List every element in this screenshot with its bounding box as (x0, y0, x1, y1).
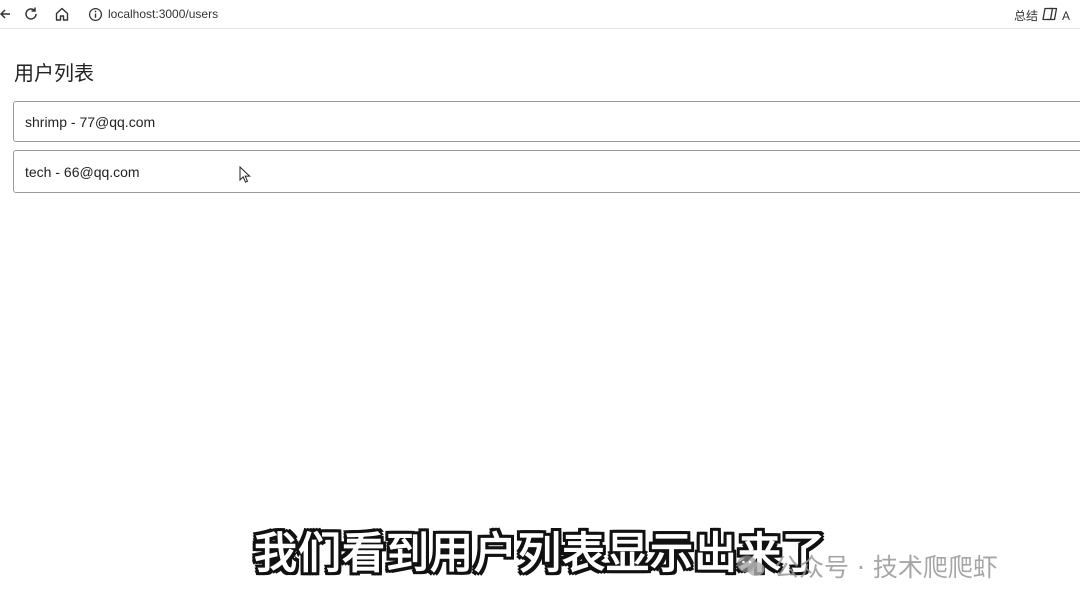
back-arrow-icon[interactable] (0, 3, 16, 25)
user-list: shrimp - 77@qq.com tech - 66@qq.com (13, 101, 1080, 201)
user-list-item[interactable]: tech - 66@qq.com (13, 150, 1080, 193)
read-aloud-label[interactable]: A (1062, 9, 1070, 23)
address-bar[interactable]: localhost:3000/users 总结 A (80, 2, 1070, 26)
home-icon[interactable] (51, 3, 73, 25)
watermark: 公众号 · 技术爬爬虾 (736, 548, 998, 584)
summary-button[interactable]: 总结 A (1014, 6, 1070, 25)
watermark-text: 公众号 · 技术爬爬虾 (774, 553, 998, 582)
summary-label: 总结 (1013, 9, 1038, 23)
page-title: 用户列表 (14, 61, 94, 85)
mouse-cursor-icon (239, 166, 251, 183)
info-icon[interactable] (86, 5, 104, 23)
wechat-icon (737, 555, 765, 576)
copilot-icon (1041, 6, 1059, 25)
reload-icon[interactable] (20, 3, 42, 25)
user-list-item[interactable]: shrimp - 77@qq.com (13, 101, 1080, 142)
browser-toolbar: localhost:3000/users 总结 A (0, 0, 1080, 29)
url-text[interactable]: localhost:3000/users (108, 7, 218, 21)
